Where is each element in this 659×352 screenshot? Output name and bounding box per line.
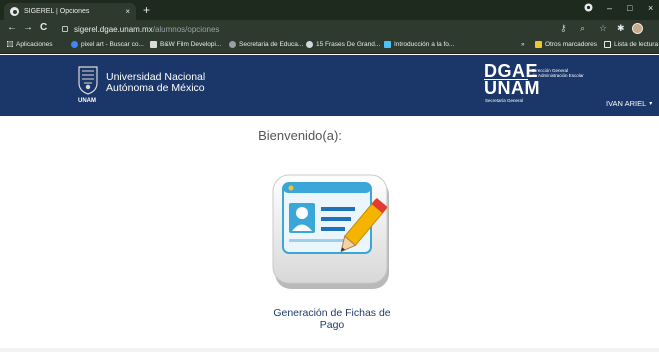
bookmark-item[interactable]: B&W Film Developi... xyxy=(150,41,221,48)
browser-tab[interactable]: SIGEREL | Opciones × xyxy=(4,3,136,20)
bookmark-item[interactable]: pixel art - Buscar co... xyxy=(71,41,144,48)
bookmark-other-folder[interactable]: Otros marcadores xyxy=(535,41,597,48)
site-favicon-icon xyxy=(10,7,19,16)
profile-avatar[interactable] xyxy=(632,23,643,34)
secretaria-label: Secretaría General xyxy=(485,98,524,103)
user-menu[interactable]: IVAN ARIEL ▾ xyxy=(606,99,652,108)
new-tab-button[interactable]: + xyxy=(143,3,150,17)
option-label-line: Generación de Fichas de xyxy=(273,307,391,319)
bookmark-item[interactable]: 15 Frases De Grand... xyxy=(306,41,380,48)
apps-grid-icon xyxy=(6,41,13,48)
bookmarks-overflow-button[interactable]: » xyxy=(521,41,525,48)
minimize-button[interactable]: – xyxy=(607,3,612,13)
page-bottom-divider xyxy=(0,348,659,352)
bookmark-label: 15 Frases De Grand... xyxy=(316,41,381,48)
chevron-down-icon: ▾ xyxy=(649,101,653,107)
forward-button[interactable]: → xyxy=(23,22,33,33)
bookmark-apps[interactable]: Aplicaciones xyxy=(6,41,53,48)
folder-icon xyxy=(535,41,542,48)
maximize-button[interactable]: □ xyxy=(627,3,632,13)
site-icon xyxy=(150,41,157,48)
university-name-line: Autónoma de México xyxy=(106,82,205,94)
tab-title: SIGEREL | Opciones xyxy=(24,8,90,15)
profile-circle-icon[interactable] xyxy=(584,3,594,13)
browser-toolbar: ← → C sigerel.dgae.unam.mx /alumnos/opci… xyxy=(0,20,659,38)
bookmark-label: B&W Film Developi... xyxy=(160,41,222,48)
back-button[interactable]: ← xyxy=(7,22,17,33)
close-window-button[interactable]: × xyxy=(648,3,653,13)
user-name: IVAN ARIEL xyxy=(606,99,647,108)
bookmark-item[interactable]: Secretaria de Educa... xyxy=(229,41,303,48)
payment-form-icon[interactable] xyxy=(271,171,393,293)
unam-crest-icon xyxy=(78,66,98,95)
bookmark-star-icon[interactable]: ☆ xyxy=(599,23,607,34)
zoom-icon[interactable]: ⌕ xyxy=(580,23,585,34)
unam-crest-label: UNAM xyxy=(78,98,96,104)
site-icon xyxy=(306,41,313,48)
welcome-heading: Bienvenido(a): xyxy=(258,128,342,143)
bookmark-item[interactable]: Introducción a la fo... xyxy=(384,41,454,48)
browser-tab-strip: SIGEREL | Opciones × + – □ × xyxy=(0,0,659,20)
google-icon xyxy=(71,41,78,48)
extensions-icon[interactable]: ✱ xyxy=(617,23,625,34)
bookmark-label: Aplicaciones xyxy=(16,41,53,48)
site-icon xyxy=(384,41,391,48)
reading-list-button[interactable]: Lista de lectura xyxy=(604,41,658,48)
option-label-line: Pago xyxy=(319,319,345,331)
url-host: sigerel.dgae.unam.mx xyxy=(74,24,153,34)
bookmark-label: Otros marcadores xyxy=(545,41,598,48)
tab-close-icon[interactable]: × xyxy=(125,7,130,16)
url-path: /alumnos/opciones xyxy=(152,24,220,34)
site-icon xyxy=(229,41,236,48)
reload-button[interactable]: C xyxy=(40,22,47,33)
dgae-subtitle-line: de Administración Escolar xyxy=(532,73,584,78)
lock-icon xyxy=(62,26,68,32)
dgae-subtitle: Dirección General de Administración Esco… xyxy=(532,68,584,78)
bookmark-label: Lista de lectura xyxy=(614,41,659,48)
unam-logo-text: UNAM xyxy=(484,78,540,98)
bookmark-label: Introducción a la fo... xyxy=(394,41,455,48)
key-icon[interactable]: ⚷ xyxy=(560,23,567,34)
reading-list-icon xyxy=(604,41,611,48)
bookmarks-bar: Aplicaciones pixel art - Buscar co... B&… xyxy=(0,38,659,54)
bookmark-label: Secretaria de Educa... xyxy=(239,41,304,48)
bookmark-label: pixel art - Buscar co... xyxy=(81,41,144,48)
site-header: UNAM Universidad Nacional Autónoma de Mé… xyxy=(0,55,659,116)
university-name: Universidad Nacional Autónoma de México xyxy=(106,72,205,94)
option-label[interactable]: Generación de Fichas de Pago xyxy=(262,307,402,331)
address-bar[interactable]: sigerel.dgae.unam.mx /alumnos/opciones xyxy=(62,22,562,36)
